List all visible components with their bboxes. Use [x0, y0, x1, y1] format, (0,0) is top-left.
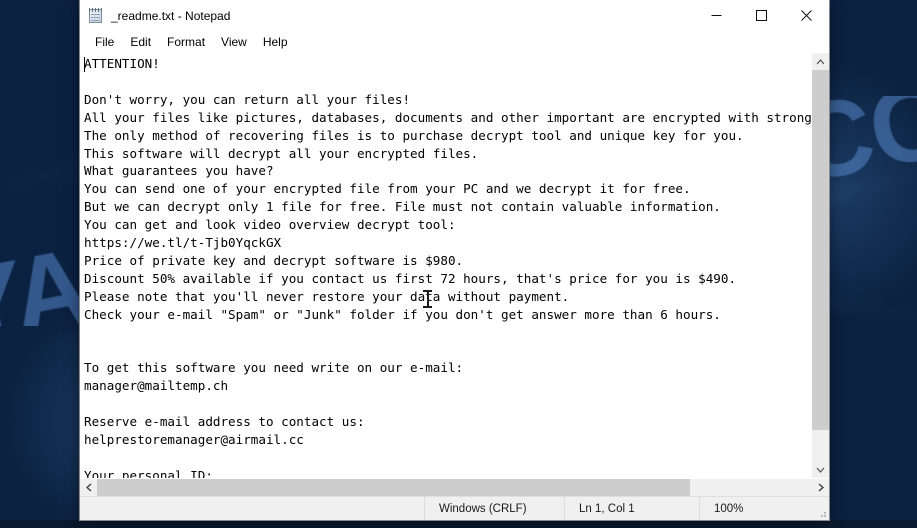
notepad-window: _readme.txt - Notepad File Edit Format V…: [79, 0, 830, 521]
scroll-up-button[interactable]: [812, 53, 829, 70]
horizontal-scrollbar[interactable]: [80, 478, 829, 496]
resize-grip[interactable]: [809, 497, 829, 520]
menu-item-file[interactable]: File: [87, 33, 122, 52]
status-bar: Windows (CRLF) Ln 1, Col 1 100%: [80, 496, 829, 520]
chevron-up-icon: [816, 58, 825, 64]
status-zoom-level: 100%: [699, 497, 809, 520]
scroll-down-button[interactable]: [812, 461, 829, 478]
status-cursor-position: Ln 1, Col 1: [564, 497, 699, 520]
menu-item-format[interactable]: Format: [159, 33, 213, 52]
horizontal-scroll-track[interactable]: [97, 479, 812, 496]
minimize-button[interactable]: [694, 0, 739, 31]
text-editor[interactable]: ATTENTION! Don't worry, you can return a…: [80, 53, 811, 478]
vertical-scrollbar[interactable]: [811, 53, 829, 478]
status-spacer: [80, 497, 424, 520]
notepad-icon: [88, 7, 104, 24]
menu-item-help[interactable]: Help: [255, 33, 296, 52]
maximize-button[interactable]: [739, 0, 784, 31]
chevron-right-icon: [818, 483, 824, 492]
vertical-scroll-track[interactable]: [812, 70, 829, 461]
taskbar-strip: [0, 520, 917, 528]
menu-item-edit[interactable]: Edit: [122, 33, 159, 52]
editor-area: ATTENTION! Don't worry, you can return a…: [80, 53, 829, 496]
desktop-background: MYANTISPYWARE.COM _readme.txt - Notepad: [0, 0, 917, 528]
vertical-scroll-thumb[interactable]: [812, 70, 829, 430]
scroll-left-button[interactable]: [80, 479, 97, 496]
text-caret: [84, 57, 85, 72]
ransom-note-text: ATTENTION! Don't worry, you can return a…: [84, 56, 811, 478]
window-title: _readme.txt - Notepad: [111, 8, 231, 23]
chevron-left-icon: [85, 483, 91, 492]
scroll-right-button[interactable]: [812, 479, 829, 496]
title-bar[interactable]: _readme.txt - Notepad: [80, 0, 829, 31]
maximize-icon: [756, 10, 767, 21]
chevron-down-icon: [816, 467, 825, 473]
window-controls: [694, 0, 829, 31]
horizontal-scroll-thumb[interactable]: [97, 479, 691, 496]
minimize-icon: [711, 15, 722, 16]
editor-row: ATTENTION! Don't worry, you can return a…: [80, 53, 829, 478]
menu-item-view[interactable]: View: [213, 33, 255, 52]
close-button[interactable]: [784, 0, 829, 31]
status-encoding: Windows (CRLF): [424, 497, 564, 520]
menu-bar: File Edit Format View Help: [80, 31, 829, 53]
close-icon: [801, 10, 812, 21]
